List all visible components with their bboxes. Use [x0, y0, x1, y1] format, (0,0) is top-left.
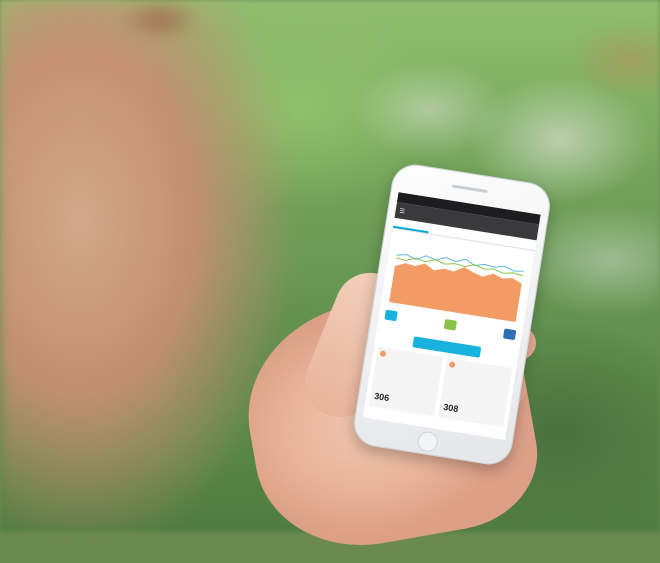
status-dot-icon	[379, 350, 387, 358]
summary-card-left[interactable]: 306	[368, 346, 444, 417]
card-value: 308	[443, 402, 459, 414]
phone-speaker	[451, 184, 488, 194]
menu-icon[interactable]: ☰	[399, 207, 405, 215]
phone-screen: ☰ 306 308	[362, 192, 541, 440]
card-value-number: 308	[442, 401, 460, 415]
water-icon[interactable]	[384, 309, 398, 322]
ear-shadow	[120, 0, 200, 40]
home-button[interactable]	[416, 430, 440, 454]
pool-icon[interactable]	[502, 328, 517, 341]
summary-card-right[interactable]: 308	[437, 357, 513, 428]
card-value: 306	[374, 391, 390, 403]
garden-icon[interactable]	[443, 318, 458, 331]
status-dot-icon	[448, 361, 456, 369]
summary-cards: 306 308	[368, 346, 513, 428]
card-value-number: 306	[373, 390, 390, 404]
